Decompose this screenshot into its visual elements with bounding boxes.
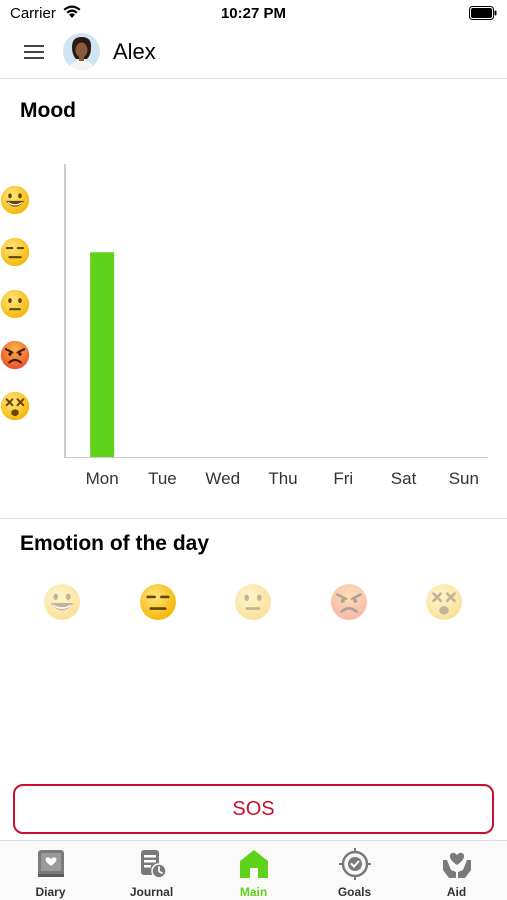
battery-icon xyxy=(469,6,497,20)
x-tick-label-sun: Sun xyxy=(448,469,479,488)
x-tick-label-wed: Wed xyxy=(205,469,241,488)
emotion-option-neutral-icon[interactable] xyxy=(234,583,272,621)
aid-icon xyxy=(443,852,471,878)
emotion-option-angry-icon[interactable] xyxy=(330,583,368,621)
x-tick-label-tue: Tue xyxy=(148,469,177,488)
tab-goals[interactable]: Goals xyxy=(304,841,405,900)
section-divider xyxy=(0,518,507,519)
tab-label: Aid xyxy=(446,885,467,899)
home-icon xyxy=(240,850,268,878)
mood-chart: Mon Tue Wed Thu Fri Sat Sun xyxy=(0,150,507,500)
x-tick-label-mon: Mon xyxy=(85,469,119,488)
tab-bar: Diary Journal Main Goals Aid xyxy=(0,840,507,900)
user-name: Alex xyxy=(113,39,156,64)
emotion-title: Emotion of the day xyxy=(20,532,209,555)
tab-main[interactable]: Main xyxy=(203,841,304,900)
tab-journal[interactable]: Journal xyxy=(101,841,202,900)
status-time: 10:27 PM xyxy=(220,5,287,22)
journal-icon xyxy=(141,850,167,879)
tab-diary[interactable]: Diary xyxy=(0,841,101,900)
emotion-option-expressionless-icon[interactable] xyxy=(139,583,177,621)
diary-icon xyxy=(38,850,64,877)
tab-label: Main xyxy=(239,885,268,899)
goals-icon xyxy=(339,848,371,880)
emotion-option-grinning-icon[interactable] xyxy=(43,583,81,621)
sos-button[interactable]: SOS xyxy=(13,784,494,834)
mood-bar-mon xyxy=(90,252,115,457)
mood-chart-plot xyxy=(64,164,488,458)
app-header: Alex xyxy=(0,28,507,79)
status-bar: Carrier 10:27 PM xyxy=(0,0,507,28)
x-tick-label-thu: Thu xyxy=(268,469,298,488)
emotion-option-dizzy-icon[interactable] xyxy=(425,583,463,621)
avatar[interactable] xyxy=(63,33,100,70)
mood-title: Mood xyxy=(20,99,76,122)
tab-aid[interactable]: Aid xyxy=(406,841,507,900)
x-tick-label-fri: Fri xyxy=(333,469,354,488)
user-avatar-icon xyxy=(63,33,100,70)
hamburger-menu-icon[interactable] xyxy=(24,44,44,60)
x-tick-label-sat: Sat xyxy=(390,469,417,488)
tab-label: Diary xyxy=(35,885,66,899)
tab-label: Goals xyxy=(337,885,372,899)
tab-label: Journal xyxy=(129,885,174,899)
